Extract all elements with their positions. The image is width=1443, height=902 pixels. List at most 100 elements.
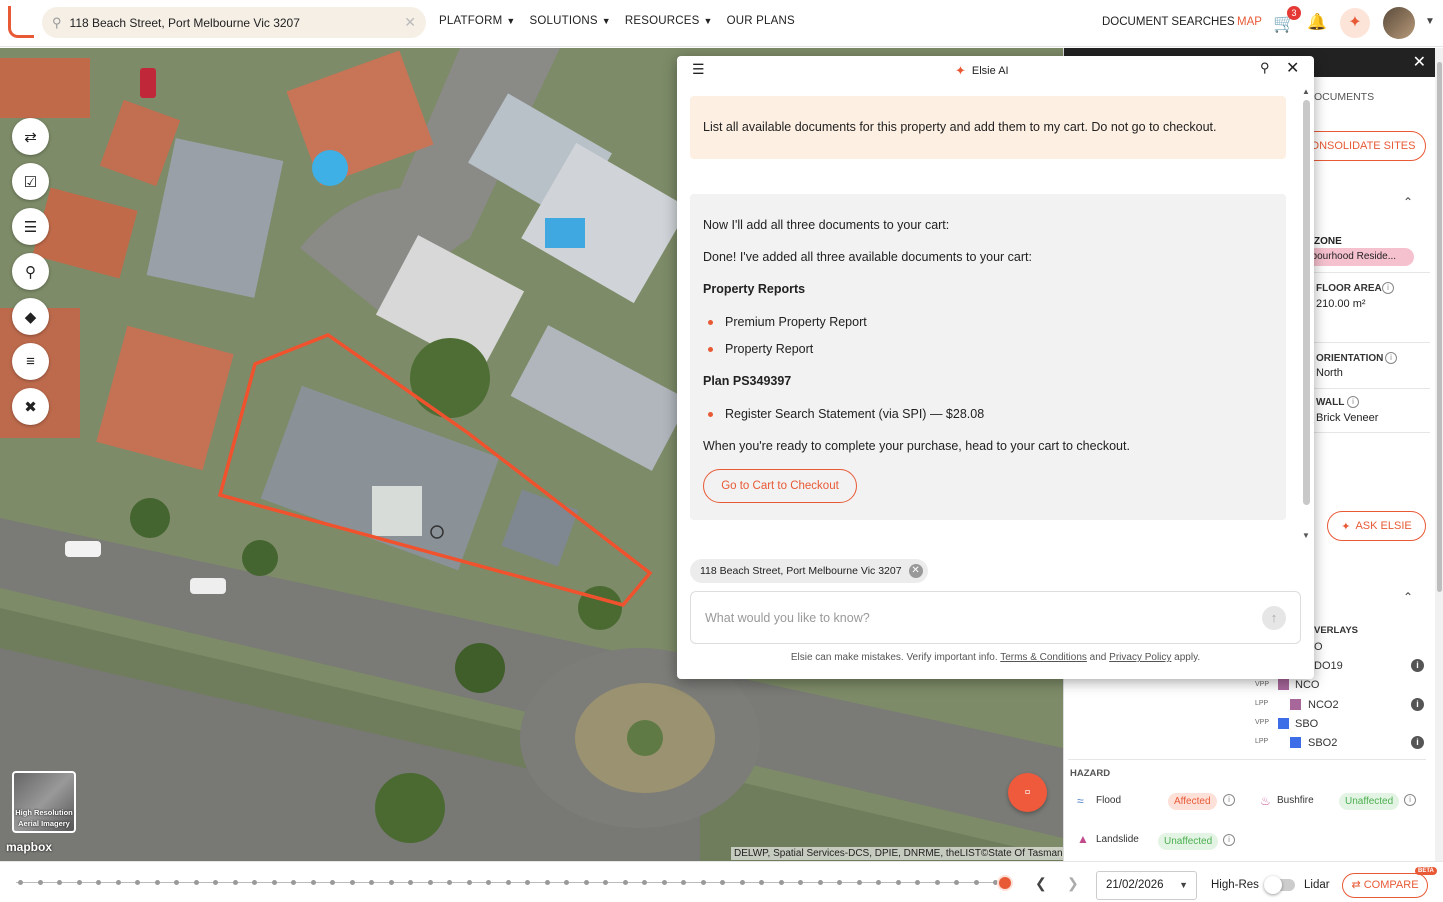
timeline-dot[interactable] [193, 880, 199, 885]
timeline-dot[interactable] [427, 880, 433, 885]
timeline-dot[interactable] [915, 880, 920, 885]
tools-icon[interactable]: ✖ [12, 388, 49, 425]
compare-button[interactable]: ⇄ COMPARE [1342, 873, 1428, 898]
search-input[interactable]: 118 Beach Street, Port Melbourne Vic 320… [70, 16, 405, 30]
high-res-lidar-toggle[interactable] [1264, 876, 1295, 894]
timeline-dot[interactable] [973, 880, 979, 885]
info-icon[interactable]: i [1223, 834, 1235, 846]
timeline-dot[interactable] [330, 880, 335, 885]
timeline-dot[interactable] [759, 880, 764, 885]
timeline-dot[interactable] [291, 880, 296, 885]
timeline-dot[interactable] [817, 880, 823, 885]
mapbox-logo[interactable]: mapbox [6, 840, 52, 854]
remove-chip-icon[interactable]: ✕ [908, 564, 923, 578]
timeline-dot[interactable] [252, 880, 257, 885]
info-icon[interactable]: i [1382, 282, 1394, 294]
page-scrollbar-thumb[interactable] [1437, 62, 1442, 592]
timeline-current-dot[interactable] [999, 877, 1011, 889]
clear-search-icon[interactable]: ✕ [404, 14, 416, 31]
terms-link[interactable]: Terms & Conditions [1000, 652, 1087, 663]
timeline-dot[interactable] [486, 880, 491, 885]
bell-icon[interactable]: 🔔 [1307, 12, 1327, 32]
elsie-sparkle-button[interactable]: ✦ [1340, 8, 1370, 38]
pin-icon[interactable]: ⚲ [1260, 60, 1270, 76]
layers-icon[interactable]: ◆ [12, 298, 49, 335]
timeline-dot[interactable] [681, 880, 686, 885]
chevron-left-icon[interactable]: ❮ [1035, 875, 1047, 892]
info-icon[interactable]: i [1347, 396, 1359, 408]
send-icon[interactable]: ↑ [1262, 606, 1286, 630]
timeline-dot[interactable] [603, 880, 608, 885]
timeline-dot[interactable] [213, 880, 218, 885]
timeline-dot[interactable] [798, 880, 803, 885]
elsie-prompt-input[interactable]: What would you like to know? ↑ [690, 591, 1301, 644]
chevron-right-icon[interactable]: ❯ [1067, 875, 1079, 892]
timeline-dot[interactable] [271, 880, 277, 885]
menu-icon[interactable]: ☰ [692, 61, 705, 78]
elsie-scrollbar[interactable]: ▲ ▼ [1300, 82, 1314, 547]
list-icon[interactable]: ≡ [12, 343, 49, 380]
ask-elsie-button[interactable]: ✦ ASK ELSIE [1327, 511, 1426, 541]
brand-logo[interactable] [8, 6, 34, 38]
timeline-dot[interactable] [856, 880, 862, 885]
timeline-dot[interactable] [232, 880, 238, 885]
timeline-dot[interactable] [154, 880, 160, 885]
close-icon[interactable]: ✕ [1286, 58, 1299, 78]
collapse-icon[interactable]: ⇄ [12, 118, 49, 155]
timeline-dot[interactable] [349, 880, 355, 885]
timeline-dot[interactable] [700, 880, 706, 885]
chevron-up-icon[interactable]: ⌃ [1403, 590, 1413, 604]
timeline-dot[interactable] [778, 880, 784, 885]
info-icon[interactable]: i [1404, 794, 1416, 806]
timeline-dot[interactable] [544, 880, 550, 885]
timeline-dot[interactable] [369, 880, 374, 885]
document-searches-link[interactable]: DOCUMENT SEARCHES [1102, 16, 1235, 28]
timeline-dot[interactable] [37, 880, 43, 885]
timeline-dot[interactable] [837, 880, 842, 885]
privacy-link[interactable]: Privacy Policy [1109, 652, 1171, 663]
high-res-imagery-toggle[interactable]: High Resolution Aerial Imagery [12, 771, 76, 833]
nav-solutions[interactable]: SOLUTIONS ▼ [529, 15, 610, 27]
timeline-dot[interactable] [564, 880, 569, 885]
documents-label[interactable]: OCUMENTS [1314, 91, 1374, 103]
go-to-cart-button[interactable]: Go to Cart to Checkout [703, 469, 857, 503]
timeline-dot[interactable] [505, 880, 511, 885]
timeline-dot[interactable] [954, 880, 959, 885]
info-icon[interactable]: i [1385, 352, 1397, 364]
address-search[interactable]: ⚲ 118 Beach Street, Port Melbourne Vic 3… [42, 7, 426, 38]
checklist-icon[interactable]: ☑ [12, 163, 49, 200]
timeline-dot[interactable] [115, 880, 121, 885]
info-icon[interactable]: i [1223, 794, 1235, 806]
timeline-dot[interactable] [525, 880, 530, 885]
timeline-dot[interactable] [76, 880, 82, 885]
scroll-down-icon[interactable]: ▼ [1302, 531, 1310, 540]
info-icon[interactable]: i [1411, 698, 1424, 711]
map-link[interactable]: MAP [1237, 16, 1262, 28]
timeline-dot[interactable] [310, 880, 316, 885]
timeline-dot[interactable] [135, 880, 140, 885]
consolidate-sites-button[interactable]: ONSOLIDATE SITES [1300, 131, 1426, 161]
timeline-dot[interactable] [876, 880, 881, 885]
timeline-dot[interactable] [408, 880, 413, 885]
info-icon[interactable]: i [1411, 659, 1424, 672]
avatar[interactable] [1383, 7, 1415, 39]
timeline-dot[interactable] [447, 880, 452, 885]
timeline-dot[interactable] [720, 880, 725, 885]
timeline-dot[interactable] [57, 880, 62, 885]
nav-our-plans[interactable]: OUR PLANS [727, 15, 795, 27]
chat-support-button[interactable]: ▫ [1008, 773, 1047, 812]
nav-resources[interactable]: RESOURCES ▼ [625, 15, 713, 27]
elsie-scrollbar-thumb[interactable] [1303, 100, 1310, 505]
info-icon[interactable]: i [1411, 736, 1424, 749]
scroll-up-icon[interactable]: ▲ [1302, 87, 1310, 96]
nav-platform[interactable]: PLATFORM ▼ [439, 15, 515, 27]
timeline-dot[interactable] [895, 880, 901, 885]
timeline-dot[interactable] [466, 880, 472, 885]
close-icon[interactable]: ✕ [1413, 52, 1426, 72]
timeline-dot[interactable] [18, 880, 23, 885]
timeline-dot[interactable] [622, 880, 628, 885]
timeline-dot[interactable] [739, 880, 745, 885]
timeline-dot[interactable] [934, 880, 940, 885]
chevron-up-icon[interactable]: ⌃ [1403, 195, 1413, 209]
date-select[interactable]: 21/02/2026 ▼ [1096, 871, 1197, 900]
